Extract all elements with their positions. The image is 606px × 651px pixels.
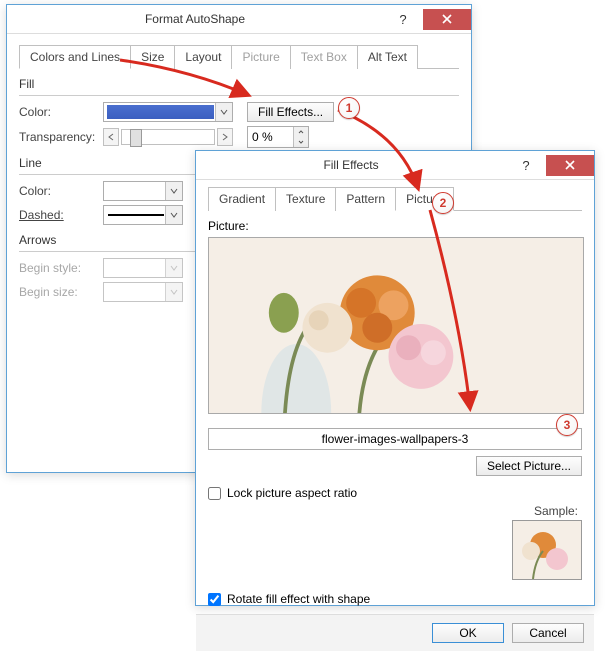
help-button[interactable]: ?	[506, 155, 546, 176]
tabstrip: Colors and Lines Size Layout Picture Tex…	[19, 44, 459, 69]
tab-alt-text[interactable]: Alt Text	[357, 45, 418, 69]
titlebar[interactable]: Format AutoShape ?	[7, 5, 471, 34]
window-title: Format AutoShape	[7, 12, 383, 26]
begin-style-label: Begin style:	[19, 261, 97, 275]
picture-label: Picture:	[208, 219, 582, 233]
chevron-down-icon[interactable]	[165, 206, 182, 224]
color-label: Color:	[19, 105, 97, 119]
slider-left-arrow[interactable]	[103, 128, 119, 146]
lock-aspect-input[interactable]	[208, 487, 221, 500]
flower-thumb	[513, 521, 581, 579]
flower-image	[209, 238, 583, 414]
tab-gradient[interactable]: Gradient	[208, 187, 276, 211]
line-color-combo[interactable]	[103, 181, 183, 201]
dashed-label: Dashed:	[19, 208, 97, 222]
rotate-fill-label: Rotate fill effect with shape	[227, 592, 370, 606]
transparency-spin[interactable]: 0 %	[247, 126, 309, 148]
fill-section-label: Fill	[19, 77, 459, 91]
dashed-combo[interactable]	[103, 205, 183, 225]
filename-box: flower-images-wallpapers-3	[208, 428, 582, 450]
tabstrip: Gradient Texture Pattern Picture	[208, 186, 582, 211]
transparency-slider[interactable]	[103, 128, 233, 146]
close-icon	[442, 14, 452, 24]
sample-label: Sample:	[208, 504, 582, 518]
fill-effects-button[interactable]: Fill Effects...	[247, 102, 334, 122]
tab-size[interactable]: Size	[130, 45, 175, 69]
close-button[interactable]	[546, 155, 594, 176]
spin-up-icon[interactable]	[294, 127, 308, 137]
tab-pattern[interactable]: Pattern	[335, 187, 396, 211]
chevron-down-icon[interactable]	[165, 182, 182, 200]
chevron-down-icon[interactable]	[215, 103, 232, 121]
picture-preview	[208, 237, 584, 414]
titlebar[interactable]: Fill Effects ?	[196, 151, 594, 180]
sample-preview	[512, 520, 582, 580]
step-badge-3: 3	[556, 414, 578, 436]
rotate-fill-input[interactable]	[208, 593, 221, 606]
tab-texture[interactable]: Texture	[275, 187, 336, 211]
help-button[interactable]: ?	[383, 9, 423, 30]
lock-aspect-label: Lock picture aspect ratio	[227, 486, 357, 500]
transparency-value: 0 %	[248, 130, 293, 144]
begin-style-combo	[103, 258, 183, 278]
spin-down-icon[interactable]	[294, 137, 308, 147]
select-picture-button[interactable]: Select Picture...	[476, 456, 582, 476]
begin-size-combo	[103, 282, 183, 302]
rotate-fill-checkbox[interactable]: Rotate fill effect with shape	[208, 592, 582, 606]
ok-button[interactable]: OK	[432, 623, 504, 643]
chevron-down-icon	[165, 283, 182, 301]
line-color-label: Color:	[19, 184, 97, 198]
tab-colors-lines[interactable]: Colors and Lines	[19, 45, 131, 69]
tab-text-box: Text Box	[290, 45, 358, 69]
slider-thumb[interactable]	[130, 129, 142, 147]
chevron-down-icon	[165, 259, 182, 277]
transparency-label: Transparency:	[19, 130, 97, 144]
step-badge-2: 2	[432, 192, 454, 214]
cancel-button[interactable]: Cancel	[512, 623, 584, 643]
slider-right-arrow[interactable]	[217, 128, 233, 146]
window-title: Fill Effects	[196, 158, 506, 172]
step-badge-1: 1	[338, 97, 360, 119]
lock-aspect-checkbox[interactable]: Lock picture aspect ratio	[208, 486, 582, 500]
tab-picture: Picture	[231, 45, 290, 69]
tab-layout[interactable]: Layout	[174, 45, 232, 69]
close-icon	[565, 160, 575, 170]
fill-color-combo[interactable]	[103, 102, 233, 122]
close-button[interactable]	[423, 9, 471, 30]
color-swatch	[107, 105, 214, 119]
begin-size-label: Begin size:	[19, 285, 97, 299]
fill-effects-dialog: Fill Effects ? Gradient Texture Pattern …	[195, 150, 595, 606]
